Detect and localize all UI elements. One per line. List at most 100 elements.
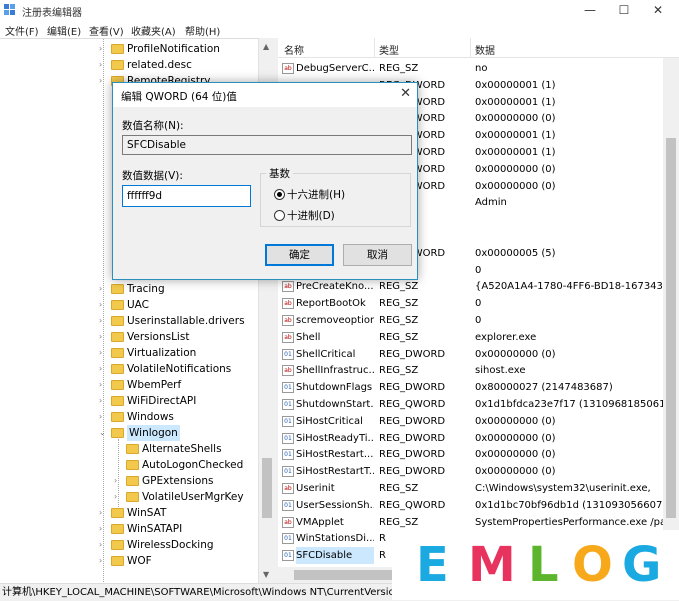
value-name-label: 数值名称(N): <box>122 120 184 132</box>
value-name: WinStationsDi... <box>296 533 374 545</box>
list-scrollbar[interactable] <box>663 58 679 568</box>
chevron-right-icon[interactable]: › <box>99 41 109 57</box>
folder-icon <box>111 348 124 358</box>
table-row[interactable]: 01 ShellCritical REG_DWORD 0x00000000 (0) <box>278 346 679 363</box>
value-data: Admin <box>475 197 507 209</box>
value-name: VMApplet <box>296 516 344 528</box>
binary-value-icon: 01 <box>282 432 294 444</box>
table-row[interactable]: ab PreCreateKno... REG_SZ {A520A1A4-1780-4F… <box>278 278 679 295</box>
value-name-field: SFCDisable <box>122 135 412 155</box>
table-row[interactable]: 01 SiHostReadyTi... REG_DWORD 0x00000000 (0… <box>278 430 679 447</box>
value-data: SystemPropertiesPerformance.exe /page <box>475 516 679 528</box>
folder-icon <box>111 556 124 566</box>
column-name[interactable]: 名称 <box>284 42 304 57</box>
table-row[interactable]: 01 ShutdownFlags REG_DWORD 0x80000027 (2147… <box>278 379 679 396</box>
chevron-down-icon[interactable]: ⌄ <box>99 425 109 441</box>
table-row[interactable]: 01 UserSessionSh... REG_QWORD 0x1d1bc70bf96… <box>278 497 679 514</box>
table-row[interactable]: ab ShellInfrastruc... REG_SZ sihost.exe <box>278 362 679 379</box>
table-row[interactable]: ab Userinit REG_SZ C:\Windows\system32\user… <box>278 480 679 497</box>
tree-scroll-thumb[interactable] <box>262 458 272 518</box>
radio-hex[interactable]: 十六进制(H) <box>274 188 345 202</box>
table-row[interactable]: 01 SiHostRestart... REG_DWORD 0x00000000 (0… <box>278 446 679 463</box>
folder-icon <box>111 60 124 70</box>
chevron-right-icon[interactable]: › <box>99 553 109 569</box>
chevron-right-icon[interactable]: › <box>99 329 109 345</box>
close-button[interactable]: ✕ <box>641 0 675 20</box>
table-row[interactable]: ab VMApplet REG_SZ SystemPropertiesPerforma… <box>278 514 679 531</box>
table-row[interactable]: 01 SiHostRestartT... REG_DWORD 0x00000000 (… <box>278 463 679 480</box>
column-divider[interactable] <box>374 38 375 58</box>
minimize-button[interactable]: — <box>573 0 607 20</box>
chevron-right-icon[interactable]: › <box>99 377 109 393</box>
list-scroll-thumb[interactable] <box>666 138 676 518</box>
folder-icon <box>111 364 124 374</box>
menu-edit[interactable]: 编辑(E) <box>47 23 81 38</box>
value-data: {A520A1A4-1780-4FF6-BD18-167343C5A <box>475 281 679 293</box>
chevron-right-icon[interactable]: › <box>99 57 109 73</box>
table-row[interactable]: ab Shell REG_SZ explorer.exe <box>278 329 679 346</box>
value-data: 0x00000001 (1) <box>475 79 556 91</box>
folder-icon <box>111 508 124 518</box>
column-type[interactable]: 类型 <box>379 42 399 57</box>
maximize-button[interactable]: ☐ <box>607 0 641 20</box>
value-name: ShellCritical <box>296 348 356 360</box>
value-name: DebugServerC... <box>296 63 374 74</box>
table-row[interactable]: ab scremoveoption REG_SZ 0 <box>278 312 679 329</box>
chevron-right-icon[interactable]: › <box>99 505 109 521</box>
value-data-input[interactable]: ffffff9d <box>122 185 251 207</box>
chevron-right-icon[interactable]: › <box>99 521 109 537</box>
menu-help[interactable]: 帮助(H) <box>185 23 220 38</box>
binary-value-icon: 01 <box>282 449 294 461</box>
column-divider[interactable] <box>470 38 471 58</box>
binary-value-icon: 01 <box>282 466 294 478</box>
chevron-right-icon[interactable]: › <box>99 313 109 329</box>
chevron-right-icon[interactable]: › <box>114 473 124 489</box>
chevron-right-icon[interactable]: › <box>114 489 124 505</box>
chevron-right-icon[interactable]: › <box>99 393 109 409</box>
binary-value-icon: 01 <box>282 550 294 562</box>
value-data: 0 <box>475 315 482 326</box>
value-data: 0 <box>475 298 482 310</box>
radio-unselected-icon <box>274 210 285 221</box>
table-row[interactable]: 01 ShutdownStart... REG_QWORD 0x1d1bfdca23e… <box>278 396 679 413</box>
scroll-down-icon[interactable]: ▼ <box>263 570 269 579</box>
chevron-right-icon[interactable]: › <box>99 345 109 361</box>
column-data[interactable]: 数据 <box>475 42 495 57</box>
value-data: 0x1d1bc70bf96db1d (131093056607148 <box>475 499 679 511</box>
table-row[interactable]: ab ReportBootOk REG_SZ 0 <box>278 295 679 312</box>
string-value-icon: ab <box>282 331 294 343</box>
cancel-button[interactable]: 取消 <box>343 244 412 266</box>
value-name: SiHostRestart... <box>296 449 374 461</box>
list-hscroll-thumb[interactable] <box>294 570 394 580</box>
menu-file[interactable]: 文件(F) <box>5 23 39 38</box>
watermark-letter: E <box>416 537 449 593</box>
chevron-right-icon[interactable]: › <box>99 297 109 313</box>
chevron-right-icon[interactable]: › <box>99 281 109 297</box>
value-data: sihost.exe <box>475 365 526 377</box>
chevron-right-icon[interactable]: › <box>99 537 109 553</box>
registry-editor-icon <box>4 4 15 15</box>
value-name: ShutdownStart... <box>296 399 374 410</box>
scroll-up-icon[interactable]: ▲ <box>263 42 269 51</box>
value-name: UserSessionSh... <box>296 499 374 511</box>
chevron-right-icon[interactable]: › <box>99 409 109 425</box>
dialog-close-icon[interactable]: ✕ <box>400 86 411 101</box>
folder-icon <box>111 44 124 54</box>
binary-value-icon: 01 <box>282 499 294 511</box>
value-data: 0x00000001 (1) <box>475 130 556 142</box>
value-type: REG_DWORD <box>379 382 446 394</box>
value-data: C:\Windows\system32\userinit.exe, <box>475 483 651 494</box>
value-data: 0x00000000 (0) <box>475 113 556 125</box>
value-name: SFCDisable <box>296 547 374 565</box>
table-row[interactable]: ab DebugServerC... REG_SZ no <box>278 60 679 77</box>
radio-decimal[interactable]: 十进制(D) <box>274 209 335 223</box>
title-bar: 注册表编辑器 — ☐ ✕ <box>0 0 679 20</box>
menu-favorites[interactable]: 收藏夹(A) <box>131 23 176 38</box>
menu-view[interactable]: 查看(V) <box>89 23 124 38</box>
binary-value-icon: 01 <box>282 348 294 360</box>
table-row[interactable]: 01 SiHostCritical REG_DWORD 0x00000000 (0) <box>278 413 679 430</box>
folder-icon <box>126 476 139 486</box>
ok-button[interactable]: 确定 <box>265 244 334 266</box>
chevron-right-icon[interactable]: › <box>99 73 109 89</box>
chevron-right-icon[interactable]: › <box>99 361 109 377</box>
